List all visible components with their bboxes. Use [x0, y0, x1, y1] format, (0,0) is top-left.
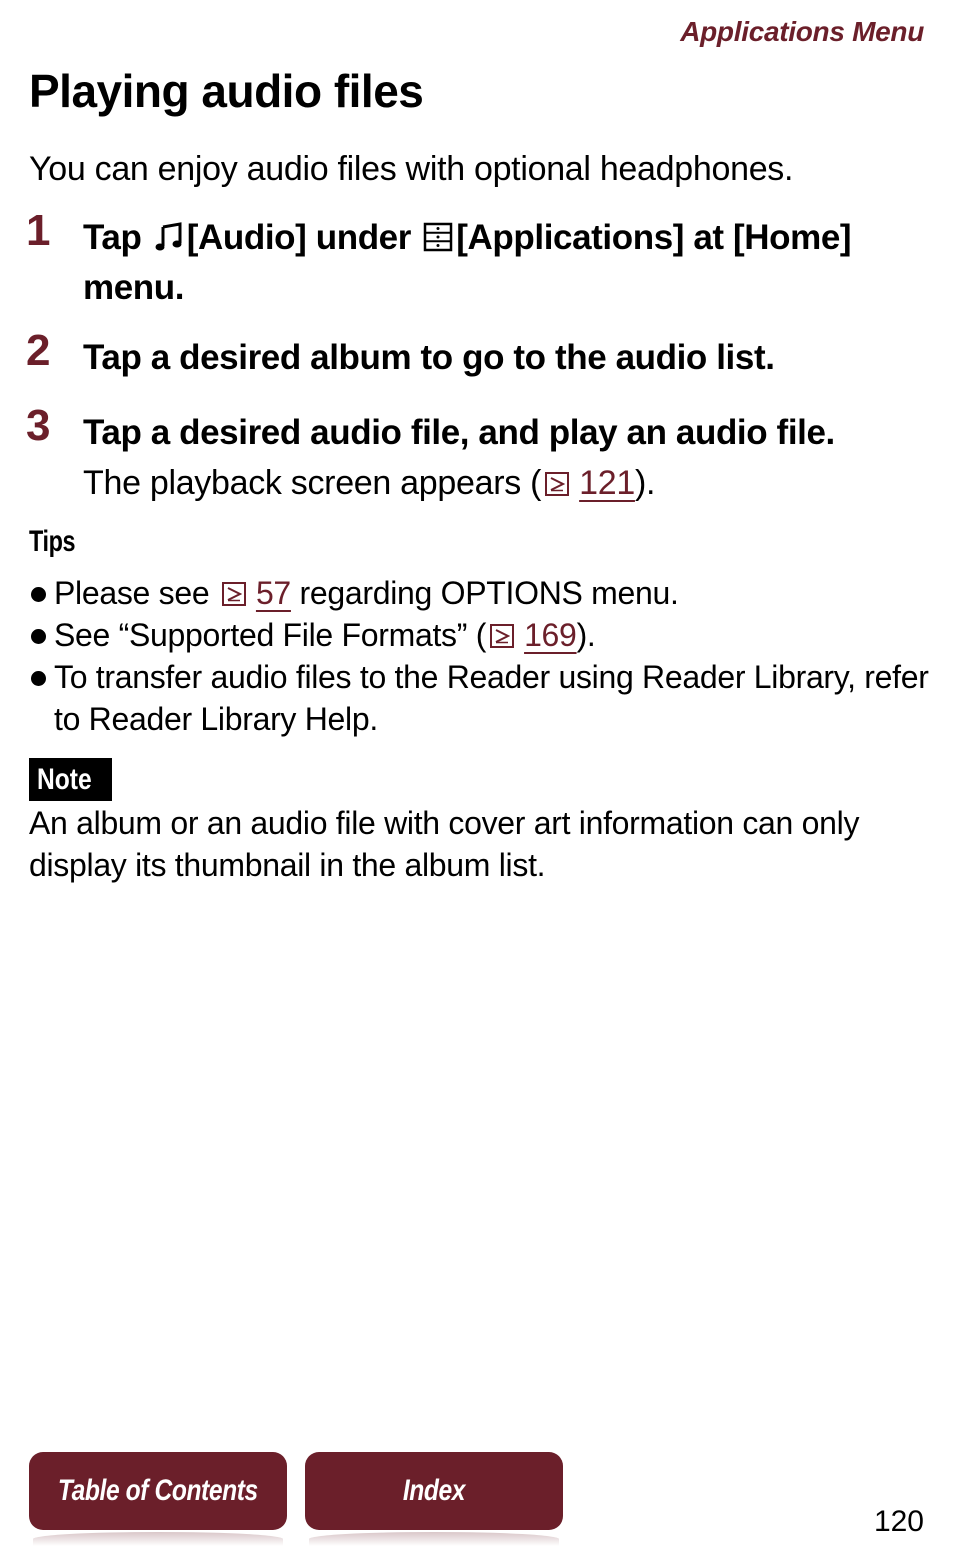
step-number: 1	[26, 206, 51, 255]
index-button[interactable]: Index	[305, 1452, 563, 1546]
page-link-57[interactable]: 57	[256, 575, 291, 611]
music-note-icon	[154, 217, 184, 264]
table-of-contents-button[interactable]: Table of Contents	[29, 1452, 287, 1546]
step-subtext-after: ).	[634, 464, 656, 502]
applications-icon	[423, 217, 453, 264]
note-label: Note	[37, 763, 92, 796]
tip-text: Please see	[54, 575, 210, 611]
step-number: 2	[26, 326, 51, 375]
step-number: 3	[26, 401, 51, 450]
tips-heading: Tips	[29, 525, 76, 558]
note-text: An album or an audio file with cover art…	[29, 805, 860, 883]
page-link-169[interactable]: 169	[524, 617, 577, 653]
toc-label: Table of Contents	[58, 1474, 258, 1507]
page-title: Playing audio files	[29, 65, 424, 117]
page-number: 120	[873, 1505, 924, 1538]
step-subtext: The playback screen appears ( 121).	[83, 464, 655, 503]
step-text-tap: Tap	[83, 218, 142, 257]
tip-text: ).	[576, 617, 596, 653]
note-badge: Note	[29, 758, 112, 801]
tip-item: Please see 57 regarding OPTIONS menu.	[29, 572, 929, 614]
step-text: Tap [Audio] under [Applications] at [Hom…	[83, 214, 933, 311]
step-subtext-before: The playback screen appears (	[83, 464, 542, 502]
page-link-121[interactable]: 121	[579, 464, 635, 502]
intro-text: You can enjoy audio files with optional …	[29, 150, 794, 188]
tip-item: To transfer audio files to the Reader us…	[29, 656, 929, 740]
tips-list: Please see 57 regarding OPTIONS menu. Se…	[29, 572, 929, 740]
tip-text: regarding OPTIONS menu.	[299, 575, 679, 611]
tip-text: See “Supported File Formats” (	[54, 617, 487, 653]
index-label: Index	[402, 1474, 466, 1507]
step-text: Tap a desired audio file, and play an au…	[83, 413, 835, 452]
page-reference-icon	[545, 472, 570, 496]
page-reference-icon	[221, 582, 246, 606]
page-reference-icon	[490, 624, 515, 648]
section-header: Applications Menu	[680, 16, 924, 47]
tip-item: See “Supported File Formats” ( 169).	[29, 614, 929, 656]
step-text-audio: [Audio] under	[186, 218, 412, 257]
step-text: Tap a desired album to go to the audio l…	[83, 338, 775, 377]
